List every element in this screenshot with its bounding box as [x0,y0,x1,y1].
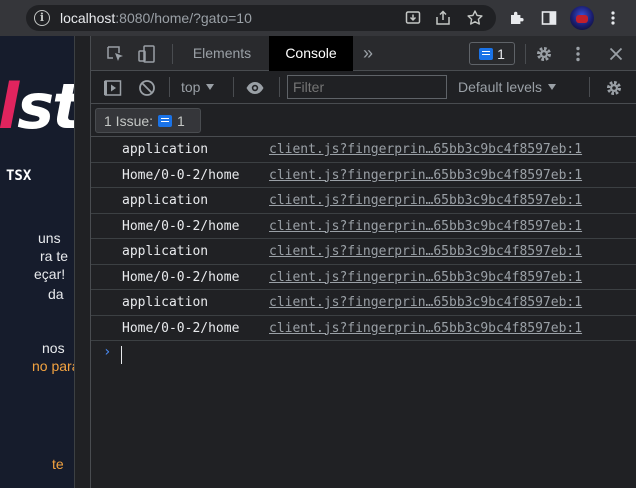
url-text[interactable]: localhost:8080/home/?gato=10 [60,10,252,26]
console-settings-gear-icon[interactable] [604,78,624,98]
console-entry: application client.js?fingerprin…65bb3c9… [91,239,636,265]
divider [169,77,170,97]
console-entry: application client.js?fingerprin…65bb3c9… [91,137,636,163]
page-text-line: nos [42,340,65,356]
browser-toolbar: i localhost:8080/home/?gato=10 [0,0,636,36]
console-message[interactable]: Home/0-0-2/home [122,168,239,183]
share-icon[interactable] [434,9,452,27]
divider [589,77,590,97]
divider [172,44,173,64]
console-source-link[interactable]: client.js?fingerprin…65bb3c9bc4f8597eb:1 [269,168,582,183]
live-expression-eye-icon[interactable] [245,78,265,98]
console-source-link[interactable]: client.js?fingerprin…65bb3c9bc4f8597eb:1 [269,193,582,208]
device-toolbar-icon[interactable] [137,44,157,64]
console-source-link[interactable]: client.js?fingerprin…65bb3c9bc4f8597eb:1 [269,270,582,285]
console-source-link[interactable]: client.js?fingerprin…65bb3c9bc4f8597eb:1 [269,244,582,259]
console-entry: application client.js?fingerprin…65bb3c9… [91,188,636,214]
console-source-link[interactable]: client.js?fingerprin…65bb3c9bc4f8597eb:1 [269,219,582,234]
console-entry: application client.js?fingerprin…65bb3c9… [91,290,636,316]
close-devtools-icon[interactable] [606,44,626,64]
log-levels-label: Default levels [458,79,543,95]
console-entry: Home/0-0-2/home client.js?fingerprin…65b… [91,214,636,239]
logo-text: st [17,70,74,143]
tsx-label: TSX [6,168,32,184]
console-entry: Home/0-0-2/home client.js?fingerprin…65b… [91,265,636,290]
text-cursor [121,346,122,364]
page-text-line: ra te [40,248,69,264]
console-filter-input[interactable] [287,75,447,99]
console-message[interactable]: application [122,193,208,208]
page-text-link[interactable]: no para [32,356,74,376]
console-message[interactable]: application [122,142,208,157]
url-path: :8080/home/?gato=10 [115,10,252,26]
issues-counter-button[interactable]: 1 [469,42,515,65]
issues-label: 1 Issue: [104,112,154,129]
logo-accent: l [0,70,19,143]
page-text-line: uns [38,230,61,246]
tab-console[interactable]: Console [269,36,353,71]
page-text-link[interactable]: te [52,454,64,474]
message-icon [479,47,494,60]
profile-avatar[interactable] [570,6,594,30]
install-app-icon[interactable] [404,9,422,27]
issues-bar: 1 Issue: 1 [91,104,636,137]
page-text-line: eçar! [34,266,66,282]
console-source-link[interactable]: client.js?fingerprin…65bb3c9bc4f8597eb:1 [269,321,582,336]
inspect-element-icon[interactable] [105,44,125,64]
customize-kebab-icon[interactable] [568,44,588,64]
context-selector[interactable]: top [181,71,215,104]
issues-chip-count: 1 [177,112,185,129]
prompt-chevron-icon: › [103,344,112,360]
console-entry: Home/0-0-2/home client.js?fingerprin…65b… [91,163,636,188]
address-bar[interactable]: i localhost:8080/home/?gato=10 [26,5,496,31]
divider [233,77,234,97]
console-source-link[interactable]: client.js?fingerprin…65bb3c9bc4f8597eb:1 [269,142,582,157]
issues-chip-button[interactable]: 1 Issue: 1 [95,108,201,133]
extensions-puzzle-icon[interactable] [508,9,526,27]
devtools-resizer[interactable] [74,36,91,488]
browser-menu-kebab-icon[interactable] [604,9,622,27]
console-message[interactable]: Home/0-0-2/home [122,270,239,285]
console-toolbar: top Default levels [91,71,636,104]
console-source-link[interactable]: client.js?fingerprin…65bb3c9bc4f8597eb:1 [269,295,582,310]
site-info-icon[interactable]: i [34,10,50,26]
bookmark-star-icon[interactable] [466,9,484,27]
console-message[interactable]: Home/0-0-2/home [122,219,239,234]
console-message[interactable]: application [122,244,208,259]
chevron-down-icon [206,84,215,90]
context-selector-label: top [181,79,201,95]
tab-elements[interactable]: Elements [179,36,265,71]
clear-console-icon[interactable] [137,78,157,98]
more-tabs-button[interactable]: » [357,36,379,71]
console-prompt[interactable]: › [91,341,636,367]
site-logo: lst [0,76,74,138]
chevron-down-icon [548,84,557,90]
settings-gear-icon[interactable] [534,44,554,64]
devtools-tabbar: Elements Console » 1 [91,36,636,71]
page-text-line: da [48,286,64,302]
divider [525,44,526,64]
console-message[interactable]: Home/0-0-2/home [122,321,239,336]
console-message[interactable]: application [122,295,208,310]
devtools-panel: Elements Console » 1 top De [91,36,636,488]
page-viewport: lst TSX uns ra te eçar! da nos no para t… [0,36,74,488]
divider [279,77,280,97]
url-host: localhost [60,10,116,26]
issues-count: 1 [497,45,505,62]
console-log: application client.js?fingerprin…65bb3c9… [91,137,636,367]
message-icon [158,114,173,127]
sidebar-toggle-icon[interactable] [103,78,123,98]
log-levels-dropdown[interactable]: Default levels [458,71,557,104]
side-panel-icon[interactable] [540,9,558,27]
console-entry: Home/0-0-2/home client.js?fingerprin…65b… [91,316,636,341]
